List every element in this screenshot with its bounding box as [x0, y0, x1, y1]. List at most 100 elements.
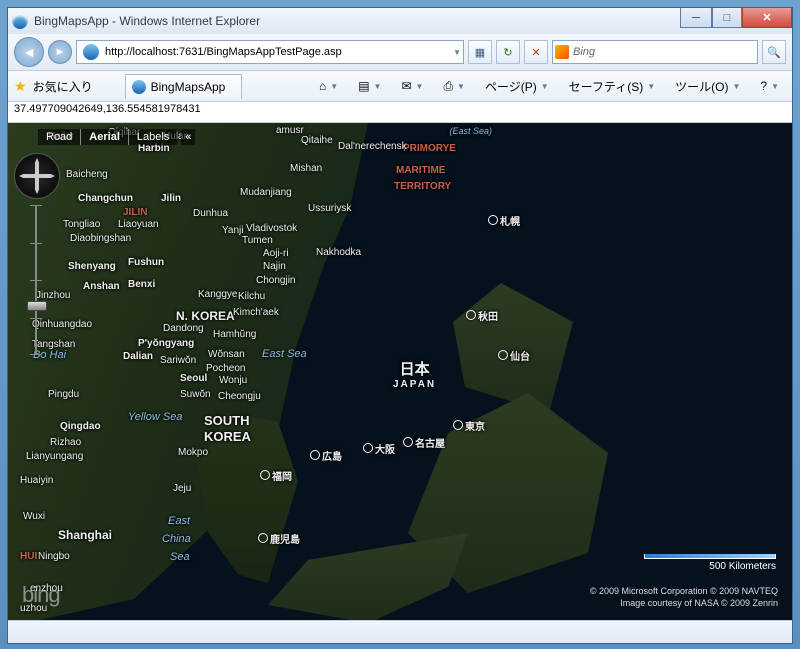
- stop-button[interactable]: ✕: [524, 40, 548, 64]
- close-button[interactable]: ✕: [742, 8, 792, 28]
- city-baicheng: Baicheng: [66, 169, 108, 180]
- city-kilchu: Kilchu: [238, 291, 265, 302]
- scale-label: 500 Kilometers: [709, 561, 776, 572]
- city-kimchaek: Kimch'aek: [233, 307, 279, 318]
- city-tokyo: 東京: [453, 418, 485, 433]
- city-dalnerechensk: Dal'nerechensk: [338, 141, 407, 152]
- titlebar: BingMapsApp - Windows Internet Explorer …: [8, 8, 792, 34]
- city-fushun: Fushun: [128, 257, 164, 268]
- maximize-button[interactable]: □: [712, 8, 742, 28]
- sea-east: East Sea: [262, 348, 307, 360]
- forward-button[interactable]: ►: [48, 40, 72, 64]
- country-japan: 日本 JAPAN: [393, 358, 436, 390]
- print-button[interactable]: ⎙▼: [436, 74, 472, 98]
- favorites-star-icon[interactable]: ★: [14, 78, 27, 95]
- search-placeholder: Bing: [573, 46, 595, 58]
- collapse-button[interactable]: «: [181, 129, 195, 145]
- country-nkorea: N. KOREA: [176, 309, 235, 323]
- mode-labels[interactable]: Labels: [128, 129, 177, 145]
- coordinate-bar: 37.497709042649,136.554581978431: [8, 102, 792, 123]
- city-kagoshima: 鹿児島: [258, 531, 300, 546]
- city-diaobingshan: Diaobingshan: [70, 233, 131, 244]
- city-sariwon: Sariwŏn: [160, 355, 196, 366]
- region-maritime: MARITIME: [396, 165, 445, 176]
- city-shanghai: Shanghai: [58, 528, 112, 542]
- city-jilin: Jilin: [161, 193, 181, 204]
- city-mishan: Mishan: [290, 163, 322, 174]
- city-chongjin: Chongjin: [256, 275, 295, 286]
- city-fukuoka: 福岡: [260, 468, 292, 483]
- city-tongliao: Tongliao: [63, 219, 100, 230]
- back-button[interactable]: ◄: [14, 37, 44, 67]
- city-vladivostok: Vladivostok: [246, 223, 297, 234]
- url-input[interactable]: [103, 45, 453, 59]
- zoom-slider[interactable]: [30, 205, 42, 355]
- search-button[interactable]: 🔍: [762, 40, 786, 64]
- bing-icon: [555, 45, 569, 59]
- map-mode-toggles: Road Aerial Labels «: [38, 129, 195, 145]
- page-menu[interactable]: ページ(P)▼: [478, 74, 556, 98]
- home-button[interactable]: ⌂▼: [312, 74, 345, 98]
- tab-bingmapsapp[interactable]: BingMapsApp: [125, 74, 243, 99]
- city-ningbo: Ningbo: [38, 551, 70, 562]
- city-qingdao: Qingdao: [60, 421, 101, 432]
- feed-button[interactable]: ▤▼: [351, 74, 388, 98]
- city-osaka: 大阪: [363, 441, 395, 456]
- city-hiroshima: 広島: [310, 448, 342, 463]
- city-jeju: Jeju: [173, 483, 191, 494]
- city-aoji: Aoji-ri: [263, 248, 289, 259]
- city-rizhao: Rizhao: [50, 437, 81, 448]
- sea-yellow: Yellow Sea: [128, 411, 182, 423]
- city-huaiyin: Huaiyin: [20, 475, 53, 486]
- city-amusr: amusr: [276, 125, 304, 136]
- minimize-button[interactable]: ─: [680, 8, 712, 28]
- tab-icon: [132, 80, 146, 94]
- city-mudanjiang: Mudanjiang: [240, 187, 292, 198]
- city-dandong: Dandong: [163, 323, 204, 334]
- city-qitaihe: Qitaihe: [301, 135, 333, 146]
- sea-japan: (East Sea): [449, 126, 492, 136]
- region-hui: HUI: [20, 551, 37, 562]
- url-dropdown[interactable]: ▼: [453, 48, 461, 57]
- tools-menu[interactable]: ツール(O)▼: [668, 74, 747, 98]
- ie-icon: [12, 13, 28, 29]
- help-button[interactable]: ?▼: [753, 74, 786, 98]
- sea-eastchina3: Sea: [170, 551, 190, 563]
- sea-eastchina1: East: [168, 515, 190, 527]
- city-kanggye: Kanggye: [198, 289, 237, 300]
- city-mokpo: Mokpo: [178, 447, 208, 458]
- city-sapporo: 札幌: [488, 213, 520, 228]
- city-pocheon: Pocheon: [206, 363, 245, 374]
- city-akita: 秋田: [466, 308, 498, 323]
- city-najin: Najin: [263, 261, 286, 272]
- site-icon: [83, 44, 99, 60]
- city-benxi: Benxi: [128, 279, 155, 290]
- refresh-button[interactable]: ↻: [496, 40, 520, 64]
- favorites-row: ★ お気に入り BingMapsApp ⌂▼ ▤▼ ✉▼ ⎙▼ ページ(P)▼ …: [8, 71, 792, 102]
- safety-menu[interactable]: セーフティ(S)▼: [562, 74, 662, 98]
- address-bar[interactable]: ▼: [76, 40, 464, 64]
- city-pingdu: Pingdu: [48, 389, 79, 400]
- favorites-label[interactable]: お気に入り: [33, 78, 93, 95]
- city-nagoya: 名古屋: [403, 435, 445, 450]
- city-seoul: Seoul: [180, 373, 207, 384]
- city-wonsan: Wŏnsan: [208, 349, 245, 360]
- scale-bar: 500 Kilometers: [644, 554, 776, 572]
- city-nakhodka: Nakhodka: [316, 247, 361, 258]
- pan-control[interactable]: [14, 153, 60, 199]
- city-pyongyang: P'yŏngyang: [138, 338, 194, 349]
- mode-road[interactable]: Road: [38, 129, 80, 145]
- city-dunhua: Dunhua: [193, 208, 228, 219]
- mode-aerial[interactable]: Aerial: [80, 129, 128, 145]
- country-skorea1: SOUTH: [204, 413, 250, 428]
- compat-button[interactable]: ▦: [468, 40, 492, 64]
- mail-button[interactable]: ✉▼: [394, 74, 430, 98]
- city-ussuriysk: Ussuriysk: [308, 203, 351, 214]
- search-box[interactable]: Bing: [552, 40, 758, 64]
- city-yanji: Yanji: [222, 225, 244, 236]
- nav-row: ◄ ► ▼ ▦ ↻ ✕ Bing 🔍: [8, 34, 792, 71]
- map-view[interactable]: Road Aerial Labels « PRIMORYE MARITIME T…: [8, 123, 792, 620]
- zoom-handle[interactable]: [27, 301, 47, 311]
- city-liaoyuan: Liaoyuan: [118, 219, 159, 230]
- map-credits: © 2009 Microsoft Corporation © 2009 NAVT…: [590, 585, 778, 610]
